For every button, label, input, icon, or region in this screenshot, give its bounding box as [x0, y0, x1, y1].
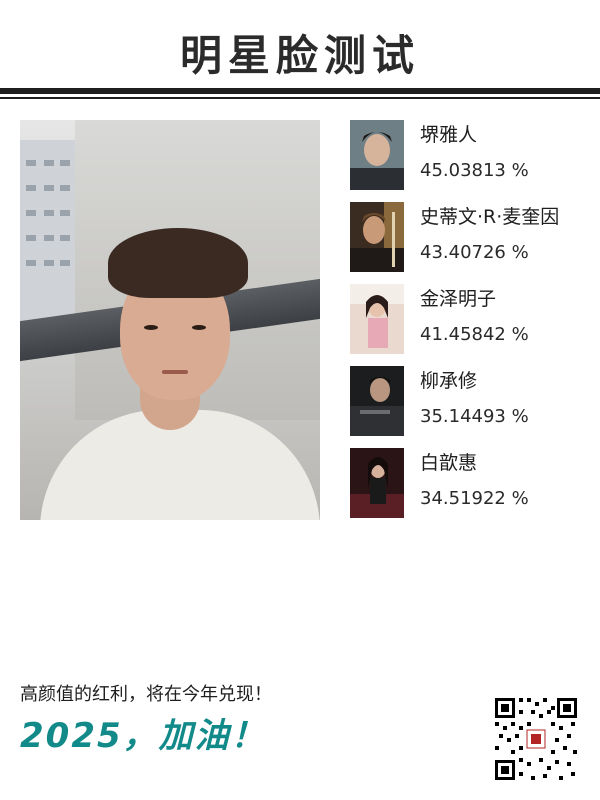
match-item: 堺雅人 45.03813 % — [350, 120, 580, 192]
match-thumbnail — [350, 448, 404, 518]
background-building — [20, 140, 75, 320]
title-divider-thin — [0, 97, 600, 99]
match-name: 堺雅人 — [420, 124, 478, 146]
footer-slogan: 2025，加油！ — [20, 716, 267, 756]
match-item: 柳承修 35.14493 % — [350, 366, 580, 438]
subject-left-eye — [144, 325, 158, 330]
subject-right-eye — [192, 325, 206, 330]
match-item: 金泽明子 41.45842 % — [350, 284, 580, 356]
page-title: 明星脸测试 — [179, 31, 420, 80]
qr-code — [493, 696, 579, 782]
match-item: 白歆惠 34.51922 % — [350, 448, 580, 520]
match-score: 41.45842 % — [420, 324, 529, 345]
match-name: 柳承修 — [420, 370, 478, 392]
match-score: 35.14493 % — [420, 406, 529, 427]
user-photo — [20, 120, 320, 520]
match-score: 43.40726 % — [420, 242, 529, 263]
footer-message: 高颜值的红利，将在今年兑现！ — [20, 684, 272, 705]
title-divider-thick — [0, 88, 600, 94]
match-name: 史蒂文·R·麦奎因 — [420, 206, 560, 228]
match-item: 史蒂文·R·麦奎因 43.40726 % — [350, 202, 580, 274]
match-score: 45.03813 % — [420, 160, 529, 181]
match-thumbnail — [350, 120, 404, 190]
match-thumbnail — [350, 202, 404, 272]
match-thumbnail — [350, 366, 404, 436]
subject-mouth — [162, 370, 188, 374]
match-thumbnail — [350, 284, 404, 354]
match-name: 金泽明子 — [420, 288, 497, 310]
match-score: 34.51922 % — [420, 488, 529, 509]
subject-hair — [108, 228, 248, 298]
match-name: 白歆惠 — [420, 452, 478, 474]
